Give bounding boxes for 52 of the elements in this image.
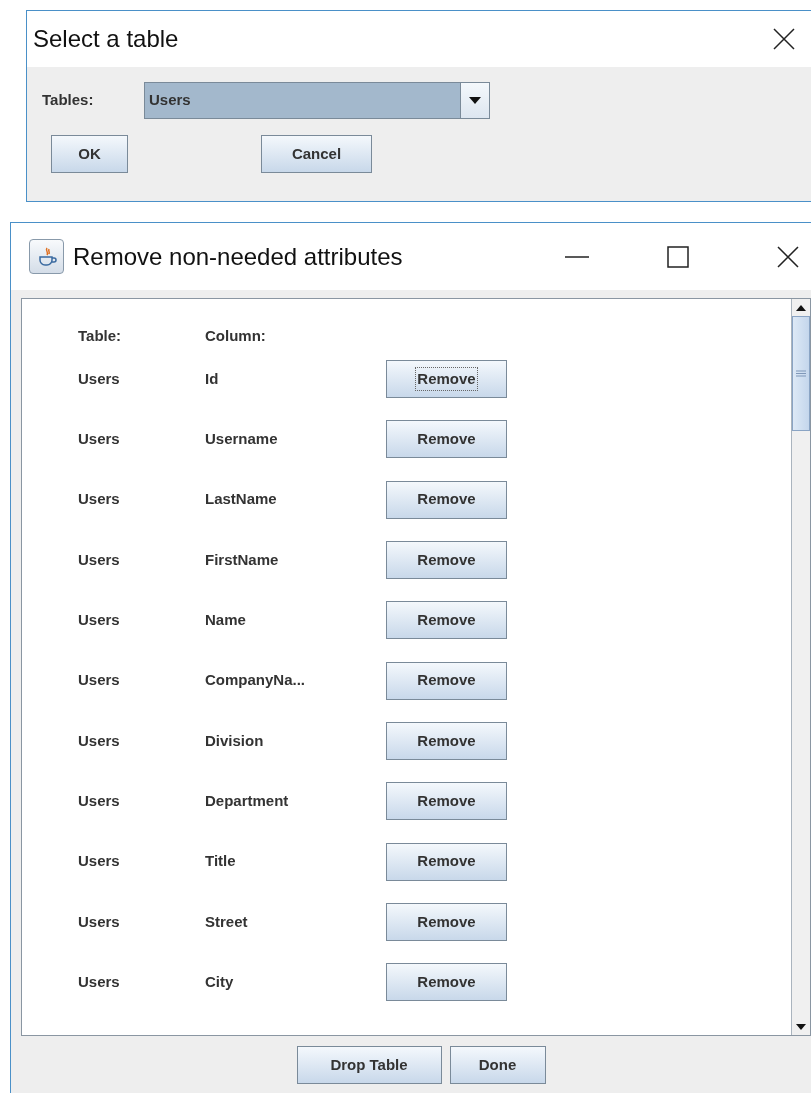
window-title: Remove non-needed attributes (73, 241, 404, 272)
scroll-up-icon[interactable] (796, 304, 806, 311)
table-cell-text: Users (78, 489, 121, 510)
done-button[interactable]: Done (449, 1046, 546, 1084)
column-header: Column: (205, 325, 267, 346)
maximize-icon[interactable] (666, 244, 690, 269)
table-cell-text: Title (205, 851, 237, 872)
table-cell-text: Users (78, 368, 121, 389)
dropdown-arrow-icon (469, 97, 481, 104)
table-cell-text: Name (205, 610, 247, 631)
table-cell-text: Users (78, 971, 121, 992)
table-cell-text: Users (78, 851, 121, 872)
close-icon[interactable] (776, 244, 800, 269)
remove-button[interactable]: Remove (386, 541, 507, 580)
table-cell-text: Users (78, 429, 121, 450)
table-cell-text: Username (205, 429, 279, 450)
table-cell-text: Department (205, 790, 290, 811)
scroll-thumb[interactable] (792, 316, 810, 431)
remove-button[interactable]: Remove (386, 782, 507, 821)
table-cell-text: FirstName (205, 549, 280, 570)
remove-button[interactable]: Remove (386, 721, 507, 760)
table-cell-text: Id (205, 368, 220, 389)
table-cell-text: Division (205, 730, 265, 751)
remove-button[interactable]: Remove (386, 661, 507, 700)
remove-button[interactable]: Remove (386, 360, 507, 399)
ok-button[interactable]: OK (51, 135, 128, 173)
table-cell-text: Users (78, 549, 121, 570)
table-cell-text: LastName (205, 489, 278, 510)
scrollbar[interactable] (791, 299, 810, 1035)
column-header: Table: (78, 325, 123, 346)
table-cell-text: CompanyNa... (205, 670, 307, 691)
table-cell-text: Street (205, 911, 249, 932)
tables-dropdown[interactable]: Users (144, 82, 490, 119)
cancel-button[interactable]: Cancel (261, 135, 372, 173)
remove-button[interactable]: Remove (386, 842, 507, 881)
remove-button[interactable]: Remove (386, 420, 507, 459)
table-cell-text: Users (78, 790, 121, 811)
remove-button[interactable]: Remove (386, 902, 507, 941)
drop-table-button[interactable]: Drop Table (296, 1046, 442, 1084)
remove-button[interactable]: Remove (386, 601, 507, 640)
table-cell-text: City (205, 971, 235, 992)
coffee-cup-icon (29, 239, 64, 274)
close-icon[interactable] (772, 27, 796, 51)
field-label: Tables: (42, 90, 95, 111)
remove-button[interactable]: Remove (386, 480, 507, 519)
table-cell-text: Users (78, 730, 121, 751)
table-cell-text: Users (78, 670, 121, 691)
table-cell-text: Users (78, 911, 121, 932)
table-cell-text: Users (78, 610, 121, 631)
window-title: Select a table (33, 24, 180, 54)
scroll-down-icon[interactable] (796, 1023, 806, 1030)
remove-button[interactable]: Remove (386, 963, 507, 1002)
